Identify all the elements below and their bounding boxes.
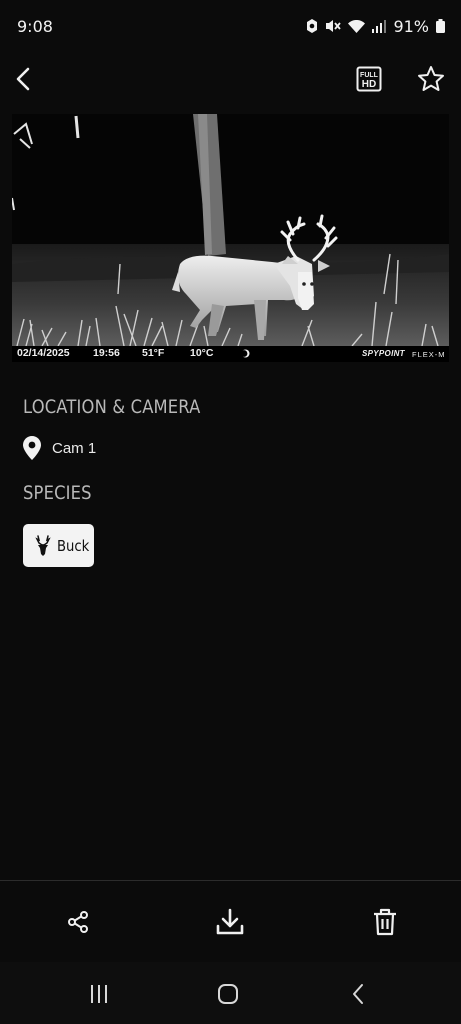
home-button[interactable] xyxy=(213,981,243,1007)
back-icon xyxy=(353,984,363,1004)
photo-temp-f: 51°F xyxy=(142,347,165,359)
back-arrow-icon xyxy=(16,67,30,91)
download-button[interactable] xyxy=(212,904,248,940)
photo-date: 02/14/2025 xyxy=(17,347,70,359)
camera-model: FLEX-M xyxy=(412,350,446,359)
home-icon xyxy=(218,984,238,1004)
trash-icon xyxy=(374,908,396,936)
system-nav-bar xyxy=(0,962,461,1024)
system-back-button[interactable] xyxy=(343,981,373,1007)
location-pin-icon xyxy=(23,436,41,460)
trail-camera-photo[interactable]: 02/14/2025 19:56 51°F 10°C SPYPOINT FLEX… xyxy=(12,114,449,362)
signal-icon xyxy=(372,19,387,33)
full-hd-icon: FULL HD xyxy=(356,66,382,92)
wifi-icon xyxy=(348,19,366,33)
species-chip-buck[interactable]: Buck xyxy=(23,524,94,567)
status-icons: 91% xyxy=(306,17,445,36)
species-chip-label: Buck xyxy=(57,536,90,555)
battery-percent: 91% xyxy=(393,16,429,36)
notification-icon xyxy=(307,19,318,33)
photo-info-strip: 02/14/2025 19:56 51°F 10°C SPYPOINT FLEX… xyxy=(12,346,449,362)
camera-location-row: Cam 1 xyxy=(23,436,96,460)
status-bar: 9:08 91% xyxy=(0,0,461,52)
species-section-title: SPECIES xyxy=(23,482,92,504)
delete-button[interactable] xyxy=(367,904,403,940)
recent-apps-button[interactable] xyxy=(84,981,114,1007)
camera-brand: SPYPOINT xyxy=(362,349,405,358)
recent-apps-icon xyxy=(91,985,107,1003)
location-section-title: LOCATION & CAMERA xyxy=(23,396,201,418)
star-icon xyxy=(418,66,444,91)
app-bar: FULL HD xyxy=(0,52,461,108)
battery-icon xyxy=(436,19,445,33)
download-icon xyxy=(216,908,244,935)
back-button[interactable] xyxy=(10,64,38,94)
share-button[interactable] xyxy=(60,904,96,940)
status-time: 9:08 xyxy=(17,16,53,36)
share-icon xyxy=(68,911,88,933)
full-hd-button[interactable]: FULL HD xyxy=(356,66,382,92)
night-deer-image xyxy=(12,114,449,362)
buck-icon xyxy=(35,534,51,556)
mute-icon xyxy=(326,20,342,32)
camera-name: Cam 1 xyxy=(52,439,97,457)
moon-phase-icon xyxy=(240,349,250,361)
svg-text:FULL: FULL xyxy=(360,72,379,79)
svg-text:HD: HD xyxy=(362,79,376,90)
photo-time: 19:56 xyxy=(93,347,120,359)
actions-divider xyxy=(0,880,461,881)
favorite-button[interactable] xyxy=(416,64,446,94)
photo-temp-c: 10°C xyxy=(190,347,214,359)
